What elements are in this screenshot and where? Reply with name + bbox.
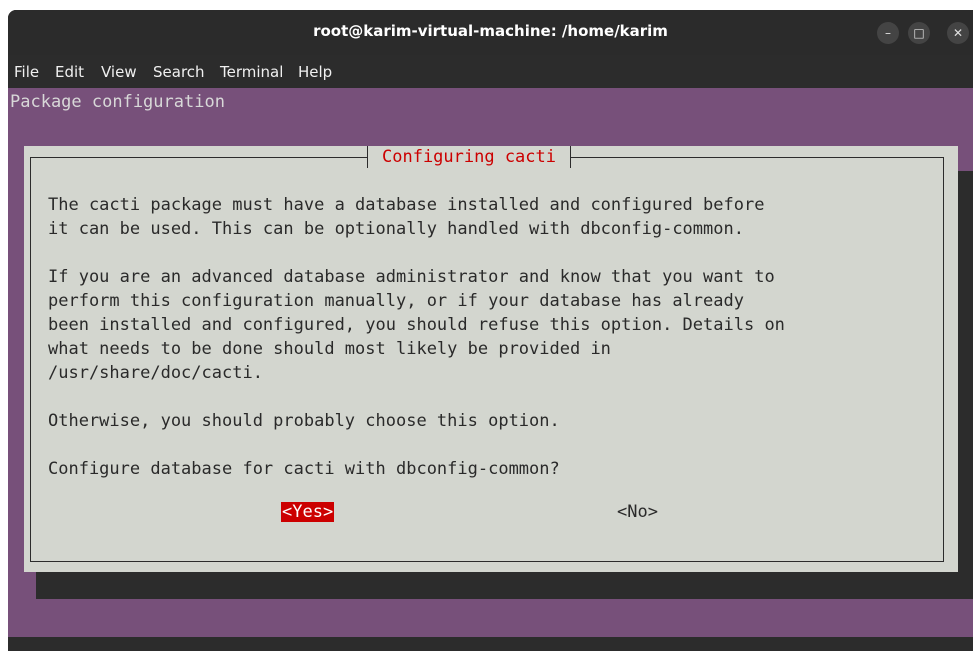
dialog-text-line: /usr/share/doc/cacti. (48, 363, 263, 383)
terminal-area[interactable]: Package configuration Configuring cacti … (8, 88, 973, 637)
menu-file[interactable]: File (14, 63, 39, 81)
dialog-title: Configuring cacti (367, 146, 571, 168)
yes-button[interactable]: <Yes> (281, 502, 335, 522)
dialog-frame: Configuring cacti The cacti package must… (30, 146, 944, 562)
configuring-cacti-dialog: Configuring cacti The cacti package must… (24, 146, 958, 572)
dialog-question: Configure database for cacti with dbconf… (48, 459, 560, 479)
minimize-icon[interactable]: – (877, 22, 899, 44)
menu-help[interactable]: Help (298, 63, 332, 81)
terminal-bottom-strip (8, 637, 973, 651)
dialog-text-line: perform this configuration manually, or … (48, 291, 744, 311)
dialog-text-line: The cacti package must have a database i… (48, 195, 765, 215)
close-icon[interactable]: ✕ (947, 22, 969, 44)
window-title: root@karim-virtual-machine: /home/karim (313, 22, 668, 40)
dialog-text-line: Otherwise, you should probably choose th… (48, 411, 560, 431)
dialog-text-line: it can be used. This can be optionally h… (48, 219, 744, 239)
menu-edit[interactable]: Edit (55, 63, 84, 81)
title-bar[interactable]: root@karim-virtual-machine: /home/karim … (8, 10, 973, 55)
menu-search[interactable]: Search (153, 63, 205, 81)
dialog-text-line: If you are an advanced database administ… (48, 267, 775, 287)
dialog-text-line: been installed and configured, you shoul… (48, 315, 785, 335)
dialog-text-line: what needs to be done should most likely… (48, 339, 611, 359)
menu-bar: File Edit View Search Terminal Help (8, 55, 973, 88)
maximize-icon[interactable]: □ (908, 22, 930, 44)
menu-terminal[interactable]: Terminal (220, 63, 283, 81)
no-button[interactable]: <No> (617, 502, 658, 522)
menu-view[interactable]: View (101, 63, 137, 81)
package-configuration-header: Package configuration (10, 92, 225, 112)
terminal-window: root@karim-virtual-machine: /home/karim … (8, 10, 973, 651)
